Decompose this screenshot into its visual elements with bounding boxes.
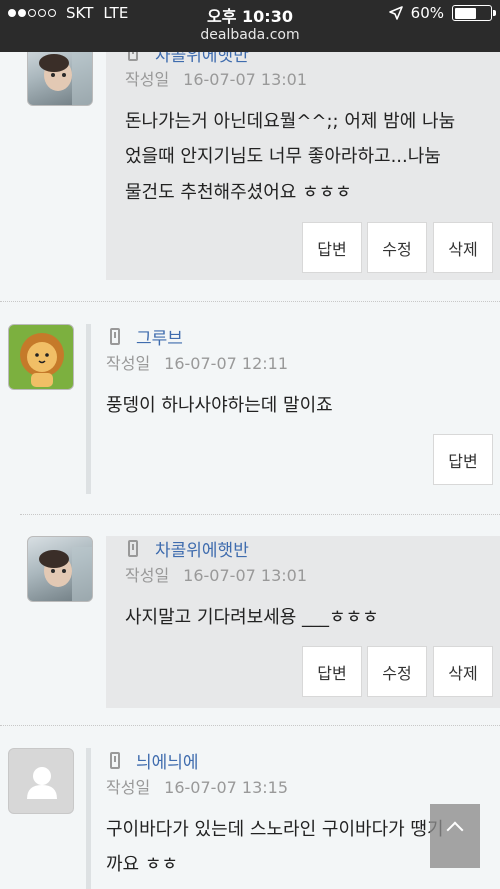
comment-text-line: 풍뎅이 하나사야하는데 말이죠 [106,395,333,416]
address-bar-url[interactable]: dealbada.com [0,27,500,43]
date-label: 작성일 [125,70,170,89]
comment-date: 작성일 16-07-07 12:11 [106,350,288,374]
delete-button[interactable]: 삭제 [433,646,493,697]
comment-author[interactable]: 차콜위에햇반 [155,536,249,561]
comment-indent-line [86,748,91,889]
date-label: 작성일 [106,354,151,373]
date-value: 16-07-07 12:11 [164,354,288,373]
comment-text-line: 까요 ㅎㅎ [106,854,178,875]
date-value: 16-07-07 13:01 [183,566,307,585]
comment-author[interactable]: 차콜위에햇반 [155,52,249,66]
baby-photo-icon [39,52,92,105]
battery-icon [452,5,496,21]
location-arrow-icon [388,6,403,20]
avatar[interactable] [27,52,93,106]
reply-button[interactable]: 답변 [302,646,362,697]
status-bar: SKT LTE 오후 10:30 60% dealbada.com [0,0,500,52]
comment-date: 작성일 16-07-07 13:01 [125,66,307,90]
comment-text-line: 었을때 안지기님도 너무 좋아라하고...나눔 [125,146,441,167]
edit-button[interactable]: 수정 [367,646,427,697]
avatar[interactable] [27,536,93,602]
comment-text-line: 구이바다가 있는데 스노라인 구이바다가 땡기 [106,819,444,840]
comment-date: 작성일 16-07-07 13:15 [106,774,288,798]
comment-divider [20,514,500,515]
reply-button[interactable]: 답변 [433,434,493,485]
arrow-up-icon [446,821,464,839]
avatar[interactable] [8,324,74,390]
status-right: 60% [388,4,496,22]
date-value: 16-07-07 13:01 [183,70,307,89]
mobile-phone-icon [110,752,120,769]
comment-divider [0,301,500,302]
default-user-icon [27,767,57,799]
scroll-top-button[interactable] [430,804,480,868]
comment-author[interactable]: 늬에늬에 [136,748,199,773]
comment-divider [0,725,500,726]
comment-text-line: 사지말고 기다려보세용 ___ㅎㅎㅎ [125,607,379,628]
comment-indent-line [86,324,91,494]
battery-percent: 60% [410,4,444,22]
mobile-phone-icon [110,328,120,345]
comment-author[interactable]: 그루브 [136,324,183,349]
comment-date: 작성일 16-07-07 13:01 [125,562,307,586]
mobile-phone-icon [128,52,138,61]
delete-button[interactable]: 삭제 [433,222,493,273]
edit-button[interactable]: 수정 [367,222,427,273]
mobile-phone-icon [128,540,138,557]
avatar[interactable] [8,748,74,814]
lion-character-icon [20,333,64,387]
comment-text-line: 물건도 추천해주셨어요 ㅎㅎㅎ [125,182,352,203]
date-value: 16-07-07 13:15 [164,778,288,797]
comment-text-line: 돈나가는거 아닌데요뭘^^;; 어제 밤에 나눔 [125,111,456,132]
comment-list: 차콜위에햇반 작성일 16-07-07 13:01 돈나가는거 아닌데요뭘^^;;… [0,52,500,889]
reply-button[interactable]: 답변 [302,222,362,273]
date-label: 작성일 [106,778,151,797]
date-label: 작성일 [125,566,170,585]
baby-photo-icon [39,547,92,601]
